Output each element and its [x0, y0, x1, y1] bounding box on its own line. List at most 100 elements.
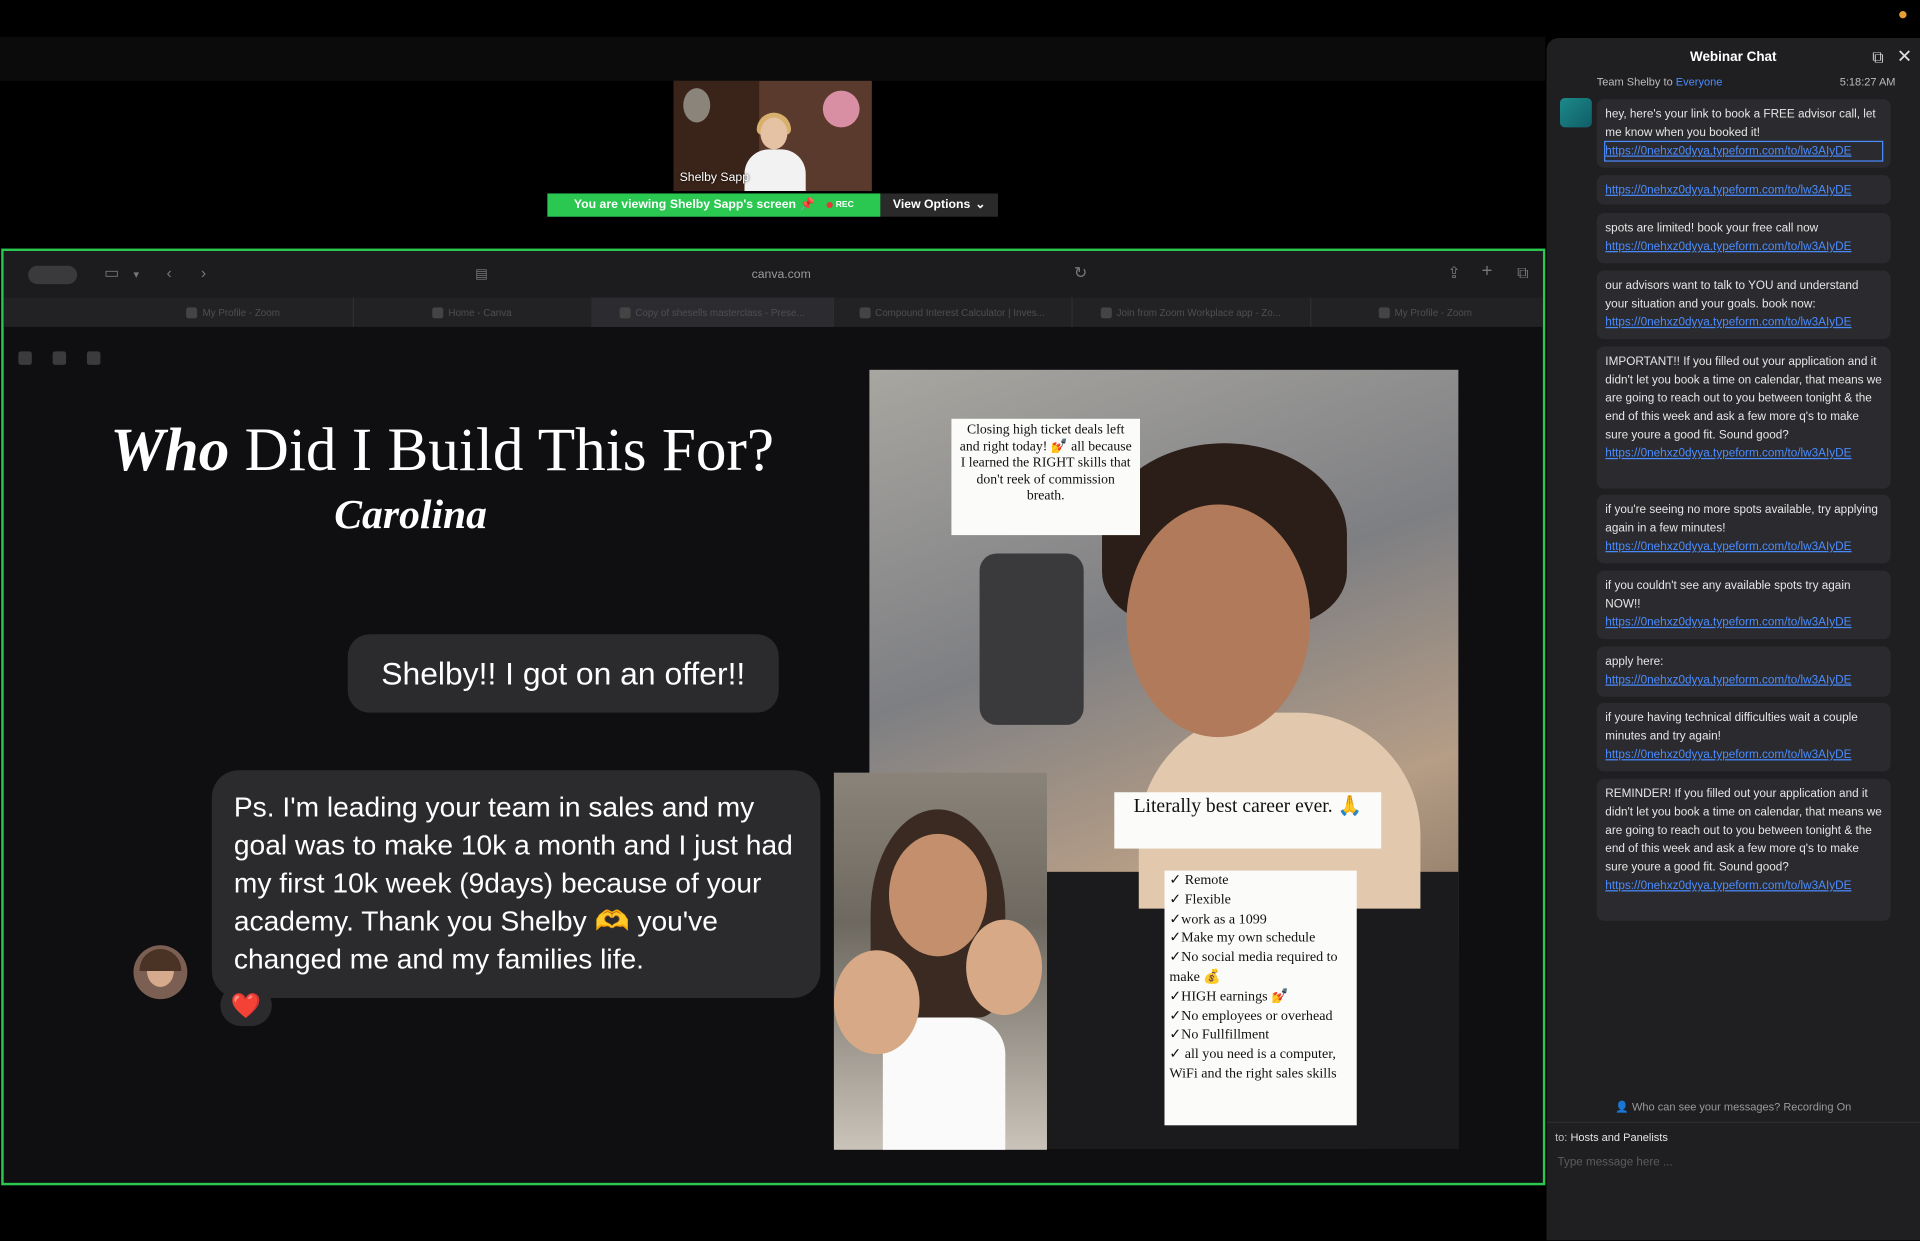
photo-face: [1126, 504, 1311, 738]
checklist-item: ✓work as a 1099: [1169, 911, 1267, 927]
chat-message-link[interactable]: https://0nehxz0dyya.typeform.com/to/lw3A…: [1605, 877, 1882, 895]
chat-message: our advisors want to talk to YOU and und…: [1596, 270, 1891, 340]
video-background-lamp: [683, 88, 711, 123]
shared-screen: ▭ ▾ ‹ › ▤ canva.com ↻ ⇪ + ⧉ My Profile -…: [1, 248, 1546, 1186]
presenter-name-label: Shelby Sapp: [679, 171, 750, 185]
tab-favicon-icon: [1100, 306, 1112, 318]
viewing-name: Shelby Sapp's screen: [669, 198, 796, 212]
chat-message: if youre having technical difficulties w…: [1596, 702, 1891, 772]
view-options-button[interactable]: View Options ⌄: [880, 193, 998, 217]
message-bubble-offer: Shelby!! I got on an offer!!: [347, 634, 779, 713]
close-icon[interactable]: ✕: [1897, 45, 1912, 68]
meeting-top-band: [0, 36, 1546, 81]
chat-message: IMPORTANT!! If you filled out your appli…: [1596, 346, 1891, 489]
browser-tab[interactable]: Compound Interest Calculator | Inves...: [833, 297, 1073, 327]
chat-message: if you're seeing no more spots available…: [1596, 494, 1891, 564]
family-photo-child: [966, 919, 1043, 1016]
chat-to-word: to: [1663, 75, 1673, 89]
chat-recipient[interactable]: Everyone: [1676, 76, 1723, 88]
viewing-prefix: You are viewing: [573, 198, 667, 212]
rec-dot-icon: [825, 202, 833, 209]
chat-message-link[interactable]: https://0nehxz0dyya.typeform.com/to/lw3A…: [1605, 671, 1882, 689]
address-bar[interactable]: canva.com: [469, 261, 1093, 288]
forward-icon[interactable]: ›: [201, 263, 206, 281]
webinar-chat-panel: Webinar Chat ⧉ ✕ Team Shelby to Everyone…: [1546, 37, 1920, 1241]
video-background-flowers: [822, 90, 860, 128]
family-photo-child: [833, 950, 920, 1055]
checklist-item: ✓No Fullfillment: [1169, 1027, 1270, 1043]
chat-sender-line: Team Shelby to Everyone 5:18:27 AM: [1597, 76, 1896, 88]
slide-title: Who Did I Build This For?: [110, 419, 774, 480]
chat-message-input[interactable]: Type message here ...: [1558, 1156, 1673, 1169]
chat-message-link[interactable]: https://0nehxz0dyya.typeform.com/to/lw3A…: [1605, 444, 1882, 462]
chat-recipient-target: Hosts and Panelists: [1570, 1131, 1668, 1144]
popout-icon[interactable]: ⧉: [1872, 48, 1883, 68]
pin-icon: 📌: [799, 198, 815, 212]
address-bar-url: canva.com: [751, 267, 811, 282]
people-icon: 👤: [1615, 1100, 1629, 1114]
chevron-down-icon: ⌄: [975, 198, 986, 212]
chat-message-link[interactable]: https://0nehxz0dyya.typeform.com/to/lw3A…: [1605, 613, 1882, 631]
chat-message: https://0nehxz0dyya.typeform.com/to/lw3A…: [1596, 175, 1891, 205]
chat-message: REMINDER! If you filled out your applica…: [1596, 778, 1891, 921]
checklist-item: ✓No employees or overhead: [1169, 1008, 1333, 1024]
chat-message: hey, here's your link to book a FREE adv…: [1596, 99, 1891, 168]
photo-phone: [979, 553, 1084, 725]
viewing-screen-banner: You are viewing Shelby Sapp's screen 📌 R…: [547, 193, 881, 217]
browser-tab[interactable]: Join from Zoom Workplace app - Zo...: [1071, 297, 1312, 327]
new-tab-icon[interactable]: +: [1482, 261, 1493, 282]
chat-message-link[interactable]: https://0nehxz0dyya.typeform.com/to/lw3A…: [1605, 181, 1882, 199]
browser-tab-active[interactable]: Copy of shesells masterclass - Prese...: [591, 297, 834, 327]
chat-timestamp: 5:18:27 AM: [1839, 75, 1896, 89]
browser-tab[interactable]: Home - Canva: [353, 297, 593, 327]
sidebar-menu-chevron-icon[interactable]: ▾: [133, 268, 139, 281]
chat-message: spots are limited! book your free call n…: [1596, 213, 1891, 264]
checklist-item: ✓ all you need is a computer, WiFi and t…: [1169, 1047, 1337, 1082]
presenter-body: [744, 149, 806, 192]
chat-visibility-note[interactable]: 👤 Who can see your messages? Recording O…: [1547, 1101, 1920, 1114]
browser-toolbar: ▭ ▾ ‹ › ▤ canva.com ↻ ⇪ + ⧉: [3, 251, 1543, 298]
browser-tab[interactable]: My Profile - Zoom: [1310, 298, 1540, 327]
photo-note-checklist: ✓ Remote ✓ Flexible ✓work as a 1099 ✓Mak…: [1164, 870, 1357, 1126]
chat-message: apply here: https://0nehxz0dyya.typeform…: [1596, 646, 1891, 697]
message-bubble-testimonial: Ps. I'm leading your team in sales and m…: [211, 770, 821, 998]
rec-label: REC: [835, 200, 854, 210]
photo-note-best-career: Literally best career ever. 🙏: [1114, 792, 1382, 849]
chat-recipient-selector[interactable]: to: Hosts and Panelists: [1555, 1131, 1668, 1143]
chat-divider: [1546, 1121, 1920, 1123]
checklist-item: ✓ Remote: [1169, 873, 1229, 888]
chat-message-link[interactable]: https://0nehxz0dyya.typeform.com/to/lw3A…: [1605, 538, 1882, 556]
chat-message-link[interactable]: https://0nehxz0dyya.typeform.com/to/lw3A…: [1605, 746, 1882, 764]
slide-subtitle: Carolina: [334, 492, 488, 538]
chat-message-link[interactable]: https://0nehxz0dyya.typeform.com/to/lw3A…: [1604, 140, 1884, 162]
chat-message-link[interactable]: https://0nehxz0dyya.typeform.com/to/lw3A…: [1605, 238, 1882, 256]
heart-reaction-icon: ❤️: [220, 984, 272, 1027]
tab-favicon-icon: [1378, 306, 1390, 318]
checklist-item: ✓ Flexible: [1169, 892, 1231, 908]
share-icon[interactable]: ⇪: [1447, 263, 1460, 283]
browser-tab[interactable]: My Profile - Zoom: [114, 297, 354, 327]
chat-title: Webinar Chat: [1689, 50, 1777, 65]
reload-icon[interactable]: ↻: [1074, 263, 1087, 283]
pinned-tab-1[interactable]: [18, 351, 32, 365]
photo-note-closing-deals: Closing high ticket deals left and right…: [951, 418, 1141, 536]
tab-favicon-icon: [859, 306, 871, 318]
pinned-tab-3[interactable]: [86, 351, 101, 365]
sidebar-toggle-icon[interactable]: ▭: [104, 263, 119, 283]
family-photo: [833, 772, 1047, 1150]
checklist-item: ✓Make my own schedule: [1169, 931, 1316, 946]
window-controls[interactable]: [28, 265, 78, 285]
back-icon[interactable]: ‹: [167, 263, 172, 281]
slide-title-rest: Did I Build This For?: [244, 415, 775, 484]
recording-indicator-dot: [1899, 11, 1907, 19]
sender-avatar: [133, 945, 188, 1000]
slide-title-italic: Who: [110, 415, 230, 484]
pinned-tab-2[interactable]: [52, 351, 67, 365]
tab-favicon-icon: [186, 306, 198, 318]
checklist-item: ✓No social media required to make 💰: [1169, 950, 1338, 985]
view-options-label: View Options: [892, 198, 971, 212]
tab-overview-icon[interactable]: ⧉: [1517, 263, 1528, 283]
family-photo-mom: [888, 833, 987, 957]
tab-favicon-icon: [619, 306, 631, 318]
chat-message-link[interactable]: https://0nehxz0dyya.typeform.com/to/lw3A…: [1605, 313, 1882, 331]
